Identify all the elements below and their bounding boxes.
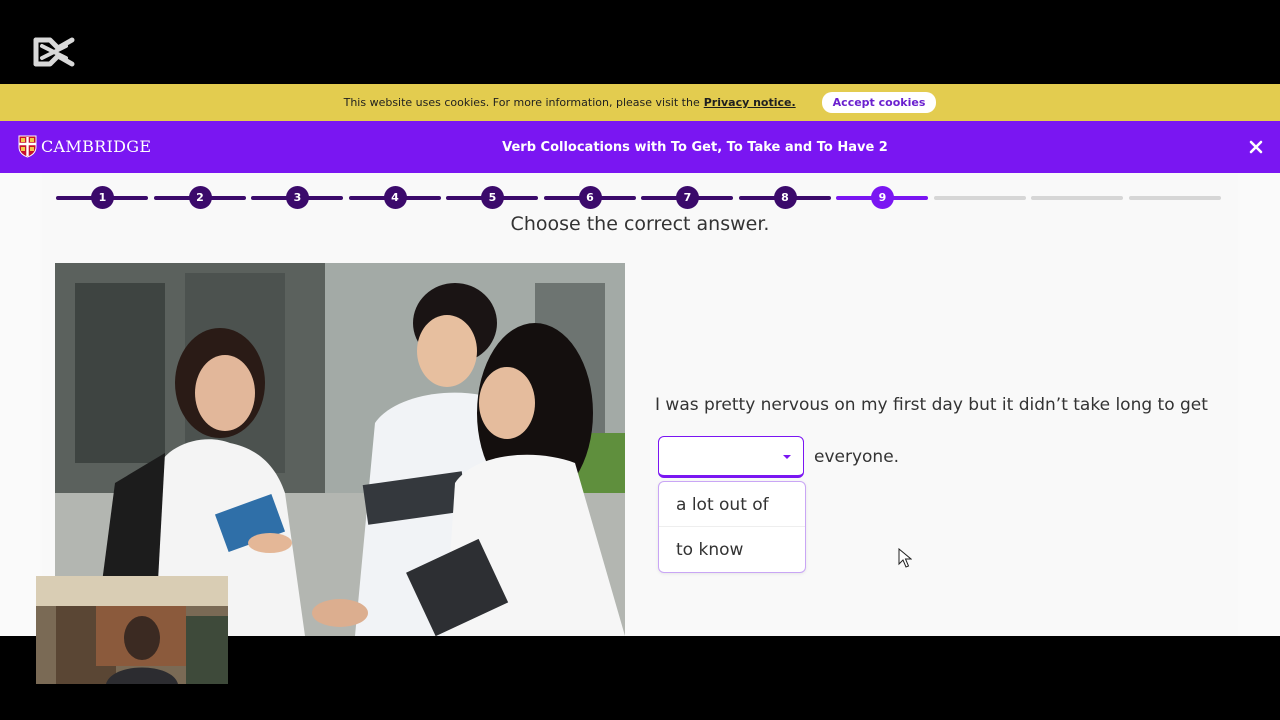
cookie-banner: This website uses cookies. For more info… [0, 84, 1280, 121]
dropdown-options: a lot out of to know [658, 481, 806, 573]
step-4[interactable]: 4 [383, 186, 407, 209]
mouse-pointer-icon [898, 548, 912, 568]
option-a-lot-out-of[interactable]: a lot out of [659, 483, 805, 527]
activity-header: CAMBRIDGE Verb Collocations with To Get,… [0, 121, 1280, 173]
privacy-notice-link[interactable]: Privacy notice. [704, 96, 796, 109]
instruction-text: Choose the correct answer. [510, 213, 770, 235]
step-5[interactable]: 5 [481, 186, 504, 209]
progress-segment-todo [933, 196, 1026, 200]
capcut-logo-icon [33, 37, 75, 67]
step-6[interactable]: 6 [578, 186, 602, 209]
step-2[interactable]: 2 [188, 186, 212, 209]
progress-segment-todo [1128, 196, 1221, 200]
answer-dropdown[interactable] [658, 436, 804, 478]
progress-stepper: 1 2 3 4 5 6 7 8 9 [56, 186, 1224, 210]
step-9-current[interactable]: 9 [871, 186, 894, 209]
step-1[interactable]: 1 [91, 186, 114, 209]
accept-cookies-button[interactable]: Accept cookies [821, 92, 937, 113]
caret-down-icon [783, 455, 791, 459]
screen: This website uses cookies. For more info… [0, 0, 1280, 720]
question-sentence: I was pretty nervous on my first day but… [655, 395, 1208, 415]
sentence-ending: everyone. [814, 447, 900, 467]
activity-title: Verb Collocations with To Get, To Take a… [502, 139, 888, 155]
step-3[interactable]: 3 [286, 186, 309, 209]
webcam-overlay [36, 576, 228, 684]
cookie-text: This website uses cookies. For more info… [343, 96, 700, 109]
option-to-know[interactable]: to know [659, 528, 805, 572]
step-8[interactable]: 8 [773, 186, 797, 209]
step-7[interactable]: 7 [676, 186, 699, 209]
close-icon[interactable] [1248, 139, 1264, 155]
exercise-area: 1 2 3 4 5 6 7 8 9 Choose the correct ans… [0, 173, 1280, 636]
progress-segment-todo [1031, 196, 1123, 200]
